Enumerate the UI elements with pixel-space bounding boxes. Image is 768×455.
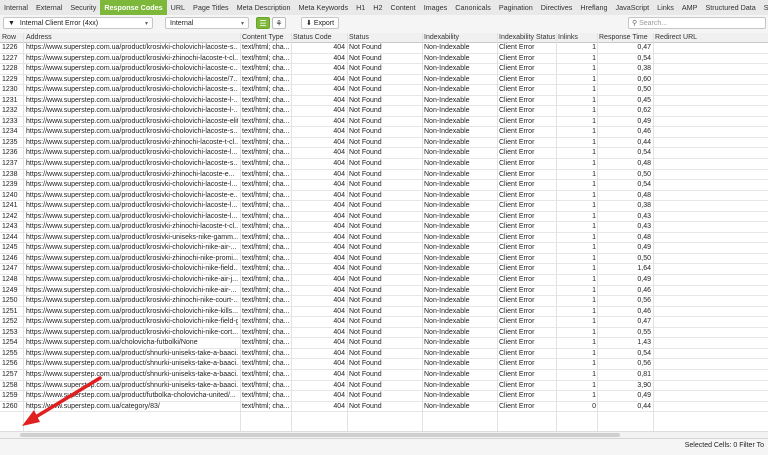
- arrow-shaft: [32, 376, 102, 420]
- annotation-arrow: [22, 376, 102, 426]
- arrow-head: [22, 410, 40, 426]
